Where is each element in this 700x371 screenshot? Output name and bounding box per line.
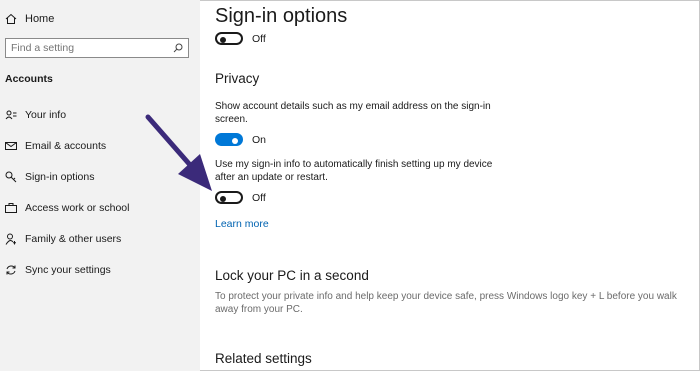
- search-box[interactable]: [5, 38, 189, 58]
- key-icon: [5, 171, 17, 183]
- lock-pc-description: To protect your private info and help ke…: [215, 291, 677, 315]
- auto-finish-description: Use my sign-in info to automatically fin…: [215, 159, 493, 183]
- sidebar-item-label: Sync your settings: [25, 264, 111, 276]
- sidebar-item-label: Access work or school: [25, 202, 130, 214]
- sidebar-item-sync-settings[interactable]: Sync your settings: [5, 261, 111, 279]
- top-toggle-switch[interactable]: [215, 32, 243, 45]
- search-input[interactable]: [11, 42, 161, 54]
- sidebar-item-label: Sign-in options: [25, 171, 95, 183]
- home-nav-item[interactable]: Home: [5, 10, 54, 28]
- person-card-icon: [5, 110, 17, 120]
- sync-icon: [6, 265, 16, 275]
- auto-finish-toggle-row: Off: [215, 191, 266, 204]
- search-icon[interactable]: [173, 43, 183, 53]
- learn-more-link[interactable]: Learn more: [215, 218, 269, 230]
- related-settings-heading: Related settings: [215, 351, 312, 366]
- privacy-heading: Privacy: [215, 71, 260, 86]
- briefcase-icon: [5, 203, 17, 213]
- toggle-state-label: Off: [252, 32, 266, 45]
- section-label-accounts: Accounts: [5, 73, 53, 85]
- sidebar-item-email-accounts[interactable]: Email & accounts: [5, 137, 106, 155]
- sidebar-item-family-other-users[interactable]: Family & other users: [5, 230, 121, 248]
- lock-pc-heading: Lock your PC in a second: [215, 268, 369, 283]
- sidebar-item-your-info[interactable]: Your info: [5, 106, 66, 124]
- sidebar-item-label: Family & other users: [25, 233, 122, 245]
- toggle-state-label: Off: [252, 191, 266, 204]
- toggle-state-label: On: [252, 133, 267, 146]
- account-details-toggle-row: On: [215, 133, 266, 146]
- person-add-icon: [5, 233, 16, 245]
- page-title: Sign-in options: [215, 5, 348, 27]
- annotation-arrow-icon: [145, 114, 212, 191]
- sidebar-item-sign-in-options[interactable]: Sign-in options: [5, 168, 94, 186]
- account-details-description: Show account details such as my email ad…: [215, 101, 491, 125]
- main-content: Sign-in options Off Privacy Show account…: [200, 0, 700, 371]
- sidebar-item-label: Email & accounts: [25, 140, 107, 152]
- sidebar-item-access-work-school[interactable]: Access work or school: [5, 199, 129, 217]
- home-label: Home: [25, 13, 55, 25]
- mail-icon: [5, 142, 17, 150]
- sidebar-item-label: Your info: [25, 109, 67, 121]
- top-toggle-row: Off: [215, 32, 266, 45]
- home-icon: [5, 13, 17, 24]
